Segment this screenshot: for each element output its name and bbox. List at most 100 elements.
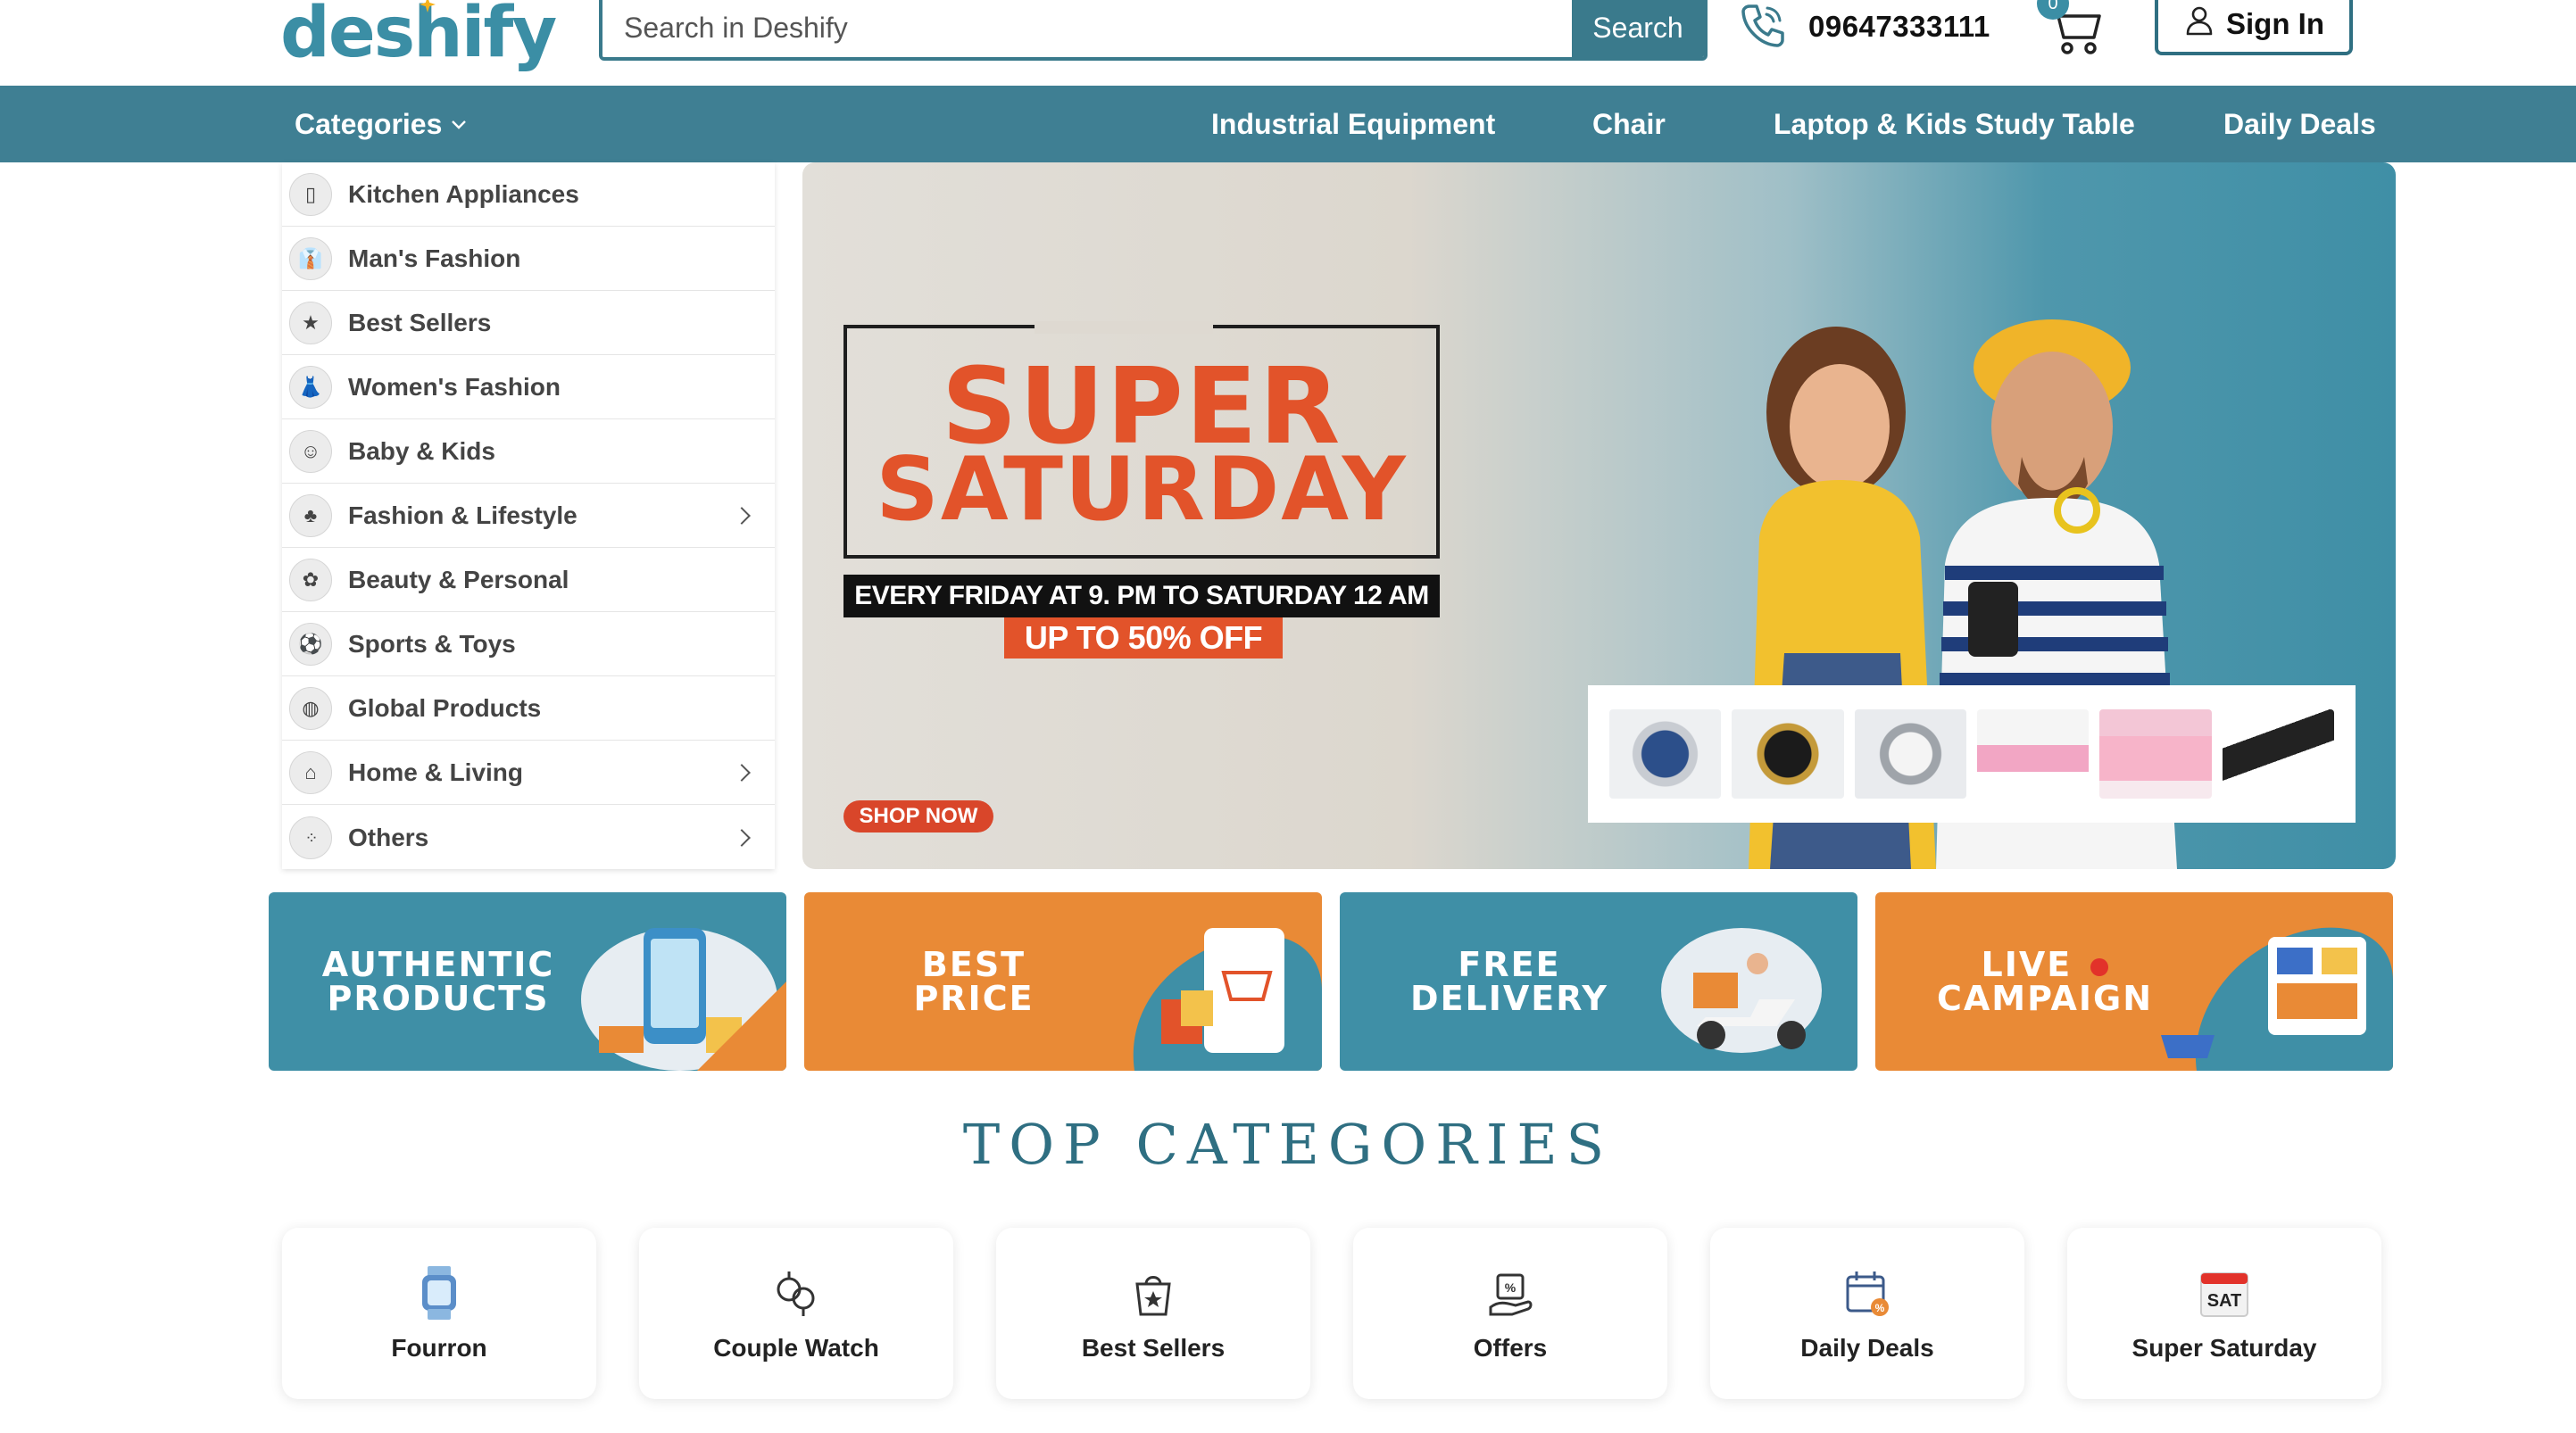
sign-in-button[interactable]: Sign In [2155, 0, 2353, 55]
sidebar-item-label: Beauty & Personal [348, 565, 569, 593]
cart-icon [2044, 7, 2107, 62]
top-categories-title: TOP CATEGORIES [962, 1112, 1614, 1177]
phone-number: 09647333111 [1808, 10, 1990, 43]
sidebar-item-womens-fashion[interactable]: 👗 Women's Fashion [282, 355, 775, 419]
sidebar-item-label: Best Sellers [348, 308, 492, 336]
best-seller-icon: ★ [289, 301, 332, 344]
categories-label: Categories [295, 107, 443, 140]
category-card-best-sellers[interactable]: Best Sellers [996, 1228, 1310, 1399]
category-label: Daily Deals [1800, 1334, 1934, 1362]
category-label: Best Sellers [1081, 1334, 1226, 1362]
sidebar-item-others[interactable]: ⁘ Others [282, 805, 775, 871]
sat-calendar-icon: SAT [2196, 1264, 2253, 1321]
deshify-logo[interactable]: deshify [280, 0, 557, 73]
phone-shop-icon [581, 928, 786, 1071]
promo-line2: PRICE [913, 979, 1035, 1018]
sidebar-item-label: Women's Fashion [348, 372, 561, 401]
promo-line1-wrap: LIVE [1982, 948, 2109, 982]
calendar-icon: % [1839, 1264, 1896, 1321]
chevron-right-icon [733, 763, 751, 782]
hero-title-frame: SUPER SATURDAY [843, 321, 1440, 559]
sidebar-item-label: Home & Living [348, 758, 524, 786]
sidebar-item-best-sellers[interactable]: ★ Best Sellers [282, 291, 775, 355]
sat-icon-text: SAT [2207, 1291, 2242, 1311]
promo-line2: CAMPAIGN [1936, 979, 2153, 1018]
dress-icon: 👗 [289, 365, 332, 409]
sports-icon: ⚽ [289, 622, 332, 666]
kitchen-icon: ▯ [289, 172, 332, 216]
sidebar-item-label: Kitchen Appliances [348, 179, 579, 208]
hero-banner[interactable]: SUPER SATURDAY EVERY FRIDAY AT 9. PM TO … [802, 162, 2396, 869]
chevron-right-icon [733, 506, 751, 525]
sidebar-item-label: Fashion & Lifestyle [348, 501, 578, 529]
live-dot-icon [2090, 957, 2109, 976]
nav-link-industrial-equipment[interactable]: Industrial Equipment [1211, 86, 1495, 162]
sidebar-item-mans-fashion[interactable]: 👔 Man's Fashion [282, 227, 775, 291]
promo-live-campaign[interactable]: LIVE CAMPAIGN [1875, 892, 2393, 1071]
categories-dropdown[interactable]: Categories [295, 86, 469, 162]
hero-title-line2: SATURDAY [876, 439, 1408, 541]
phone-icon [1737, 0, 1789, 55]
dots-icon: ⁘ [289, 816, 332, 859]
offers-icon: % [1482, 1264, 1539, 1321]
user-icon [2183, 4, 2215, 44]
promo-best-price[interactable]: BEST PRICE [804, 892, 1322, 1071]
sidebar-item-label: Man's Fashion [348, 244, 521, 272]
shopping-cart-icon [1133, 928, 1322, 1071]
category-card-offers[interactable]: % Offers [1353, 1228, 1667, 1399]
product-thumb-watch-silver[interactable] [1854, 709, 1966, 799]
chevron-down-icon [449, 108, 469, 141]
search-bar: Search [599, 0, 1708, 61]
sidebar-item-fashion-lifestyle[interactable]: ♣ Fashion & Lifestyle [282, 484, 775, 548]
promo-free-delivery[interactable]: FREE DELIVERY [1340, 892, 1857, 1071]
chevron-right-icon [733, 829, 751, 847]
hero-offer: UP TO 50% OFF [1004, 617, 1283, 659]
svg-text:%: % [1505, 1280, 1517, 1295]
category-label: Couple Watch [713, 1334, 879, 1362]
shop-now-button[interactable]: SHOP NOW [843, 800, 993, 832]
category-card-super-saturday[interactable]: SAT Super Saturday [2067, 1228, 2381, 1399]
beauty-icon: ✿ [289, 558, 332, 601]
couple-watch-icon [768, 1264, 825, 1321]
search-input[interactable] [602, 0, 1572, 57]
nav-link-laptop-study-table[interactable]: Laptop & Kids Study Table [1774, 86, 2135, 162]
sidebar-item-beauty-personal[interactable]: ✿ Beauty & Personal [282, 548, 775, 612]
category-label: Offers [1473, 1334, 1548, 1362]
sidebar-item-global-products[interactable]: ◍ Global Products [282, 676, 775, 741]
promo-line2: PRODUCTS [327, 979, 550, 1018]
sidebar-item-home-living[interactable]: ⌂ Home & Living [282, 741, 775, 805]
sidebar-item-baby-kids[interactable]: ☺ Baby & Kids [282, 419, 775, 484]
category-sidebar: ▯ Kitchen Appliances 👔 Man's Fashion ★ B… [282, 162, 775, 869]
product-thumb-watch-black[interactable] [1732, 709, 1844, 799]
product-thumb-kids-table-pink[interactable] [1976, 709, 2090, 799]
main-nav: Categories Industrial Equipment Chair La… [0, 86, 2576, 162]
search-button[interactable]: Search [1572, 0, 1704, 57]
product-thumb-gadget-black[interactable] [2222, 709, 2334, 799]
nav-link-chair[interactable]: Chair [1592, 86, 1666, 162]
nav-link-daily-deals[interactable]: Daily Deals [2223, 86, 2376, 162]
product-thumb-watch-blue[interactable] [1609, 709, 1722, 799]
best-seller-icon [1125, 1264, 1182, 1321]
promo-authentic-products[interactable]: AUTHENTIC PRODUCTS [269, 892, 786, 1071]
top-header: deshify Search 09647333111 0 [0, 0, 2576, 86]
category-card-fourron[interactable]: Fourron [282, 1228, 596, 1399]
promo-text: BEST PRICE [804, 892, 1143, 1071]
globe-icon: ◍ [289, 686, 332, 730]
sign-in-label: Sign In [2226, 7, 2324, 40]
svg-text:%: % [1875, 1302, 1885, 1314]
home-icon: ⌂ [289, 750, 332, 794]
cart-button[interactable]: 0 [2037, 0, 2107, 62]
hero-product-strip [1588, 685, 2356, 823]
product-thumb-kids-table-pink-2[interactable] [2099, 709, 2212, 799]
sidebar-item-label: Global Products [348, 693, 542, 722]
sidebar-item-kitchen-appliances[interactable]: ▯ Kitchen Appliances [282, 162, 775, 227]
sidebar-item-sports-toys[interactable]: ⚽ Sports & Toys [282, 612, 775, 676]
logo-text: deshify [280, 0, 557, 73]
category-card-couple-watch[interactable]: Couple Watch [639, 1228, 953, 1399]
delivery-scooter-icon [1661, 928, 1822, 1053]
category-card-daily-deals[interactable]: % Daily Deals [1710, 1228, 2024, 1399]
phone-contact[interactable]: 09647333111 [1737, 0, 1990, 54]
shirt-icon: 👔 [289, 236, 332, 280]
campaign-illustration-icon [2161, 927, 2393, 1071]
smartwatch-icon [411, 1264, 468, 1321]
